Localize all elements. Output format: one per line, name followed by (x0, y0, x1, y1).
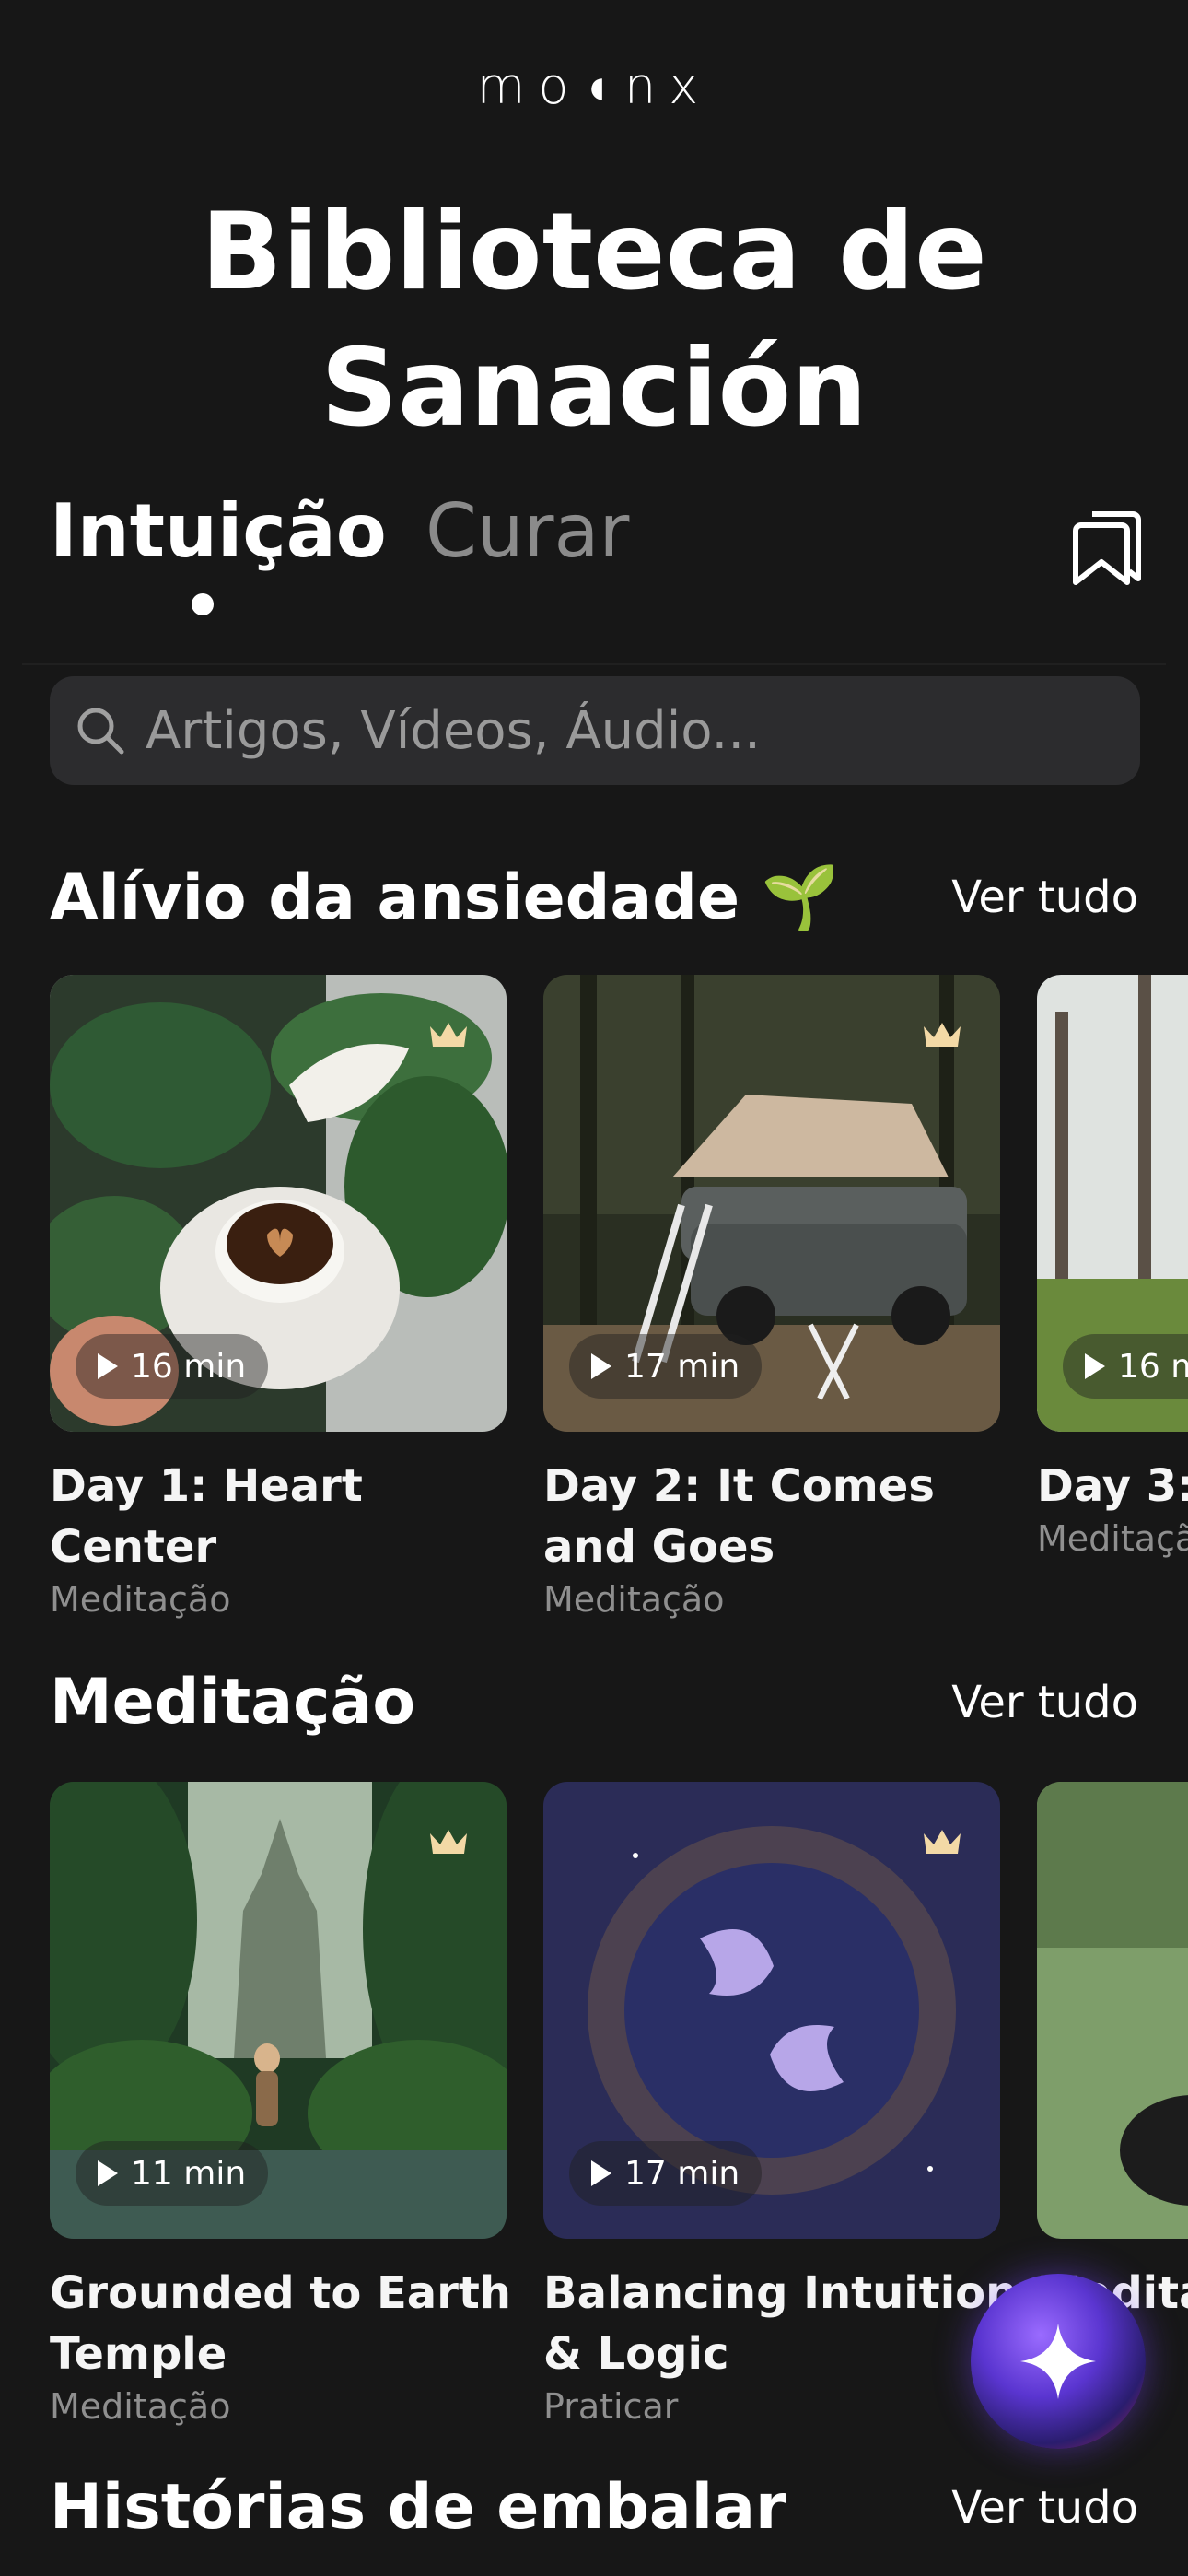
crown-icon (924, 1023, 961, 1047)
duration-text: 16 min (131, 1347, 247, 1386)
content-card[interactable]: 17 min Day 2: It Comes and Goes Meditaçã… (543, 975, 1000, 1620)
duration-text: 16 min (1118, 1347, 1188, 1386)
duration-badge: 17 min (569, 1334, 763, 1399)
search-bar[interactable] (50, 676, 1140, 785)
card-category: Meditação (50, 2386, 231, 2427)
card-thumbnail (1037, 1782, 1188, 2239)
see-all-anxiety-relief[interactable]: Ver tudo (951, 872, 1138, 923)
page-title: Biblioteca de Sanación (0, 184, 1188, 457)
duration-badge: 11 min (76, 2141, 269, 2206)
card-thumbnail: 11 min (50, 1782, 507, 2239)
card-thumbnail: 17 min (543, 1782, 1000, 2239)
duration-badge: 16 min (76, 1334, 269, 1399)
duration-text: 17 min (624, 1347, 740, 1386)
page-title-text: Biblioteca de Sanación (201, 190, 987, 451)
card-category: Meditação (1037, 1518, 1188, 1559)
card-title: Grounded to Earth Temple (50, 2267, 511, 2380)
content-card[interactable]: 11 min Grounded to Earth Temple Meditaçã… (50, 1782, 511, 2427)
app-logo: mo◖nx (476, 57, 712, 115)
duration-text: 11 min (131, 2154, 247, 2193)
divider (22, 663, 1166, 665)
search-input[interactable] (146, 676, 1122, 785)
play-icon (591, 1353, 611, 1379)
card-title: Day 1: Heart Center (50, 1460, 363, 1573)
card-category: Praticar (543, 2386, 679, 2427)
duration-text: 17 min (624, 2154, 740, 2193)
section-title-meditation: Meditação (50, 1666, 416, 1739)
content-card[interactable]: 17 min Balancing Intuition & Logic Prati… (543, 1782, 1017, 2427)
see-all-meditation[interactable]: Ver tudo (951, 1677, 1138, 1728)
card-thumbnail: 16 min (1037, 975, 1188, 1432)
ai-assistant-button[interactable] (971, 2274, 1146, 2449)
card-title: Day 2: It Comes and Goes (543, 1460, 935, 1573)
search-icon (77, 708, 124, 755)
section-title-anxiety-relief: Alívio da ansiedade 🌱 (50, 861, 840, 934)
active-tab-indicator (192, 593, 214, 615)
card-thumbnail: 17 min (543, 975, 1000, 1432)
section-title-bedtime-stories: Histórias de embalar (50, 2471, 786, 2544)
tab-bar: Intuição Curar (50, 488, 1146, 615)
tab-intuicao[interactable]: Intuição (50, 488, 387, 574)
play-icon (591, 2160, 611, 2186)
duration-badge: 17 min (569, 2141, 763, 2206)
sparkle-icon (1020, 2324, 1096, 2399)
crown-icon (924, 1830, 961, 1854)
content-card[interactable]: 16 min Day 3: Throug… Meditação (1037, 975, 1188, 1559)
tab-curar[interactable]: Curar (425, 488, 629, 574)
content-card[interactable]: 16 min Day 1: Heart Center Meditação (50, 975, 507, 1620)
crown-icon (430, 1023, 467, 1047)
play-icon (1085, 1353, 1105, 1379)
card-title: Balancing Intuition & Logic (543, 2267, 1018, 2380)
card-category: Meditação (50, 1579, 231, 1620)
card-title: Day 3: Throug… (1037, 1460, 1188, 1512)
card-thumbnail: 16 min (50, 975, 507, 1432)
play-icon (98, 1353, 118, 1379)
see-all-bedtime-stories[interactable]: Ver tudo (951, 2482, 1138, 2534)
card-category: Meditação (543, 1579, 725, 1620)
play-icon (98, 2160, 118, 2186)
duration-badge: 16 min (1063, 1334, 1188, 1399)
crown-icon (430, 1830, 467, 1854)
bookmarks-icon[interactable] (1072, 505, 1146, 588)
